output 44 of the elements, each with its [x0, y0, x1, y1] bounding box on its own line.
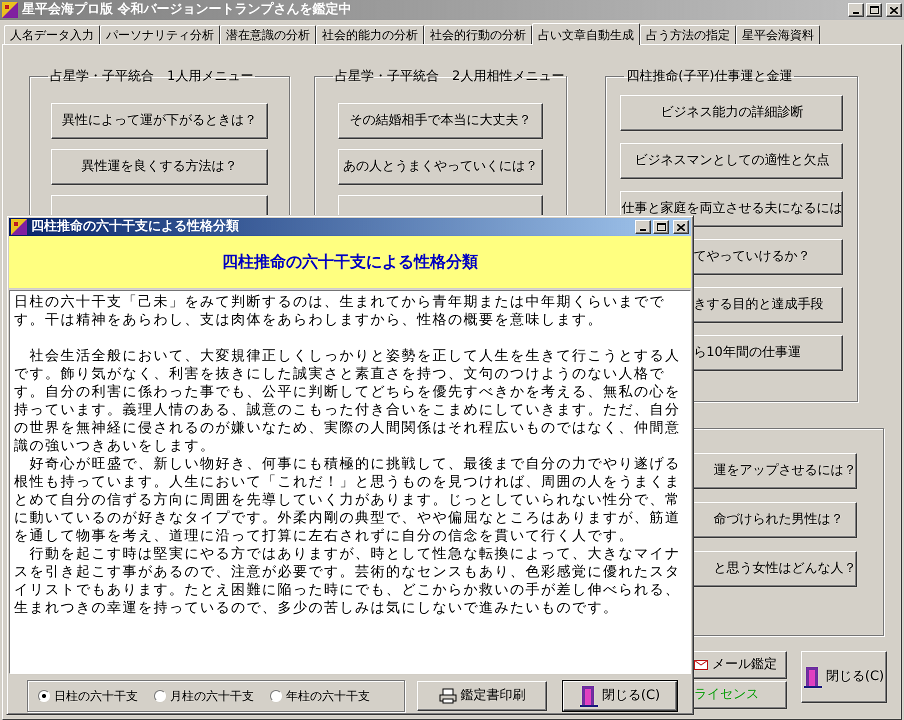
- radio-option[interactable]: 月柱の六十干支: [154, 687, 254, 705]
- dialog-heading: 四柱推命の六十干支による性格分類: [222, 251, 478, 273]
- print-button[interactable]: 鑑定書印刷: [417, 681, 547, 711]
- window-title: 星平会海プロ版 令和バージョンートランプさんを鑑定中: [22, 0, 353, 20]
- door-icon: [580, 685, 598, 707]
- radio-option[interactable]: 年柱の六十干支: [270, 687, 370, 705]
- group-title: 占星学・子平統合 1人用メニュー: [49, 68, 254, 86]
- maximize-button[interactable]: [653, 220, 669, 234]
- close-icon: [890, 6, 898, 14]
- app-icon: [11, 219, 27, 235]
- tab[interactable]: パーソナリティ分析: [100, 25, 220, 44]
- menu-button[interactable]: ビジネスマンとしての適性と欠点: [620, 142, 844, 178]
- radio-button[interactable]: [154, 690, 166, 702]
- menu-button[interactable]: その結婚相手で本当に大丈夫？: [338, 102, 544, 138]
- group-title: 四柱推命(子平)仕事運と金運: [625, 68, 794, 86]
- dialog-title: 四柱推命の六十干支による性格分類: [31, 218, 240, 236]
- tab[interactable]: 占う方法の指定: [640, 25, 736, 44]
- radio-button[interactable]: [38, 690, 50, 702]
- minimize-button[interactable]: [635, 220, 651, 234]
- door-icon: [804, 666, 822, 688]
- radio-button[interactable]: [270, 690, 282, 702]
- tab[interactable]: 潜在意識の分析: [220, 25, 316, 44]
- app-icon: [2, 2, 18, 18]
- tab[interactable]: 星平会海資料: [736, 25, 820, 44]
- tab[interactable]: 占い文章自動生成: [532, 23, 640, 45]
- printer-icon: [438, 688, 456, 704]
- mail-icon: [694, 660, 708, 670]
- minimize-button[interactable]: [848, 3, 864, 17]
- menu-button[interactable]: 異性によって運が下がるときは？: [51, 102, 268, 138]
- close-button[interactable]: 閉じる(C): [801, 651, 887, 703]
- close-button[interactable]: [886, 3, 902, 17]
- maximize-button[interactable]: [866, 3, 882, 17]
- menu-button[interactable]: 異性運を良くする方法は？: [51, 148, 268, 184]
- radio-option[interactable]: 日柱の六十干支: [38, 687, 138, 705]
- tab[interactable]: 社会的能力の分析: [316, 25, 424, 44]
- close-icon: [677, 224, 685, 230]
- menu-button[interactable]: あの人とうまくやっていくには？: [338, 148, 544, 184]
- menu-button[interactable]: ビジネス能力の詳細診断: [620, 94, 844, 130]
- close-button[interactable]: [673, 220, 689, 234]
- tab[interactable]: 人名データ入力: [4, 25, 100, 44]
- group-title: 占星学・子平統合 2人用相性メニュー: [334, 68, 566, 86]
- tab[interactable]: 社会的行動の分析: [424, 25, 532, 44]
- menu-button[interactable]: 仕事と家庭を両立させる夫になるには: [620, 190, 844, 226]
- close-button[interactable]: 閉じる(C): [563, 681, 677, 711]
